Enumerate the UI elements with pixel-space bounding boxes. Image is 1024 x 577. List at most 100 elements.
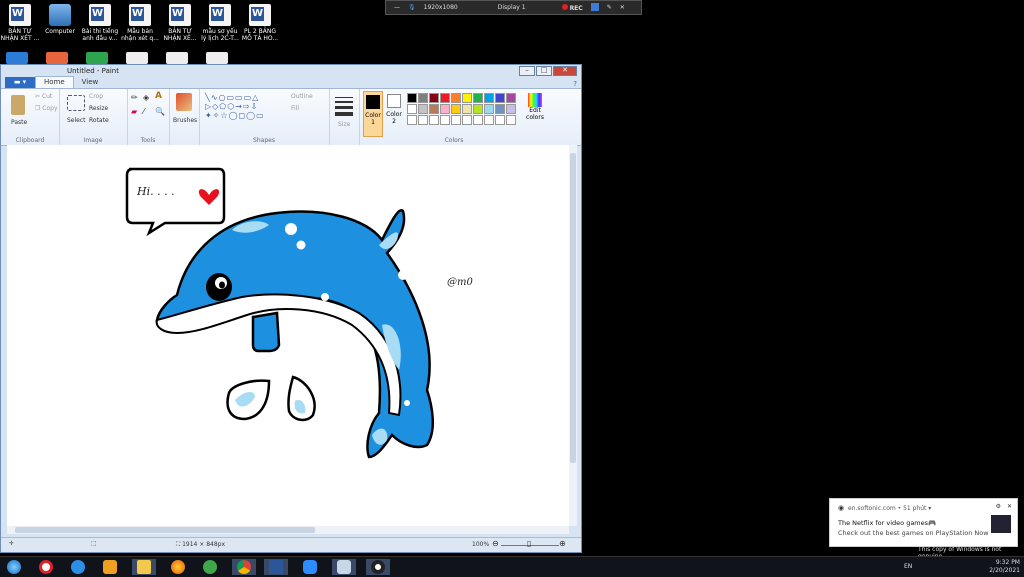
palette-swatch[interactable] bbox=[495, 93, 505, 103]
color-picker-icon[interactable]: ⁄ bbox=[143, 107, 144, 116]
drawing-canvas[interactable]: Hi. . . . @m0 bbox=[7, 145, 569, 526]
tab-home[interactable]: Home bbox=[35, 76, 74, 88]
vertical-scroll-thumb[interactable] bbox=[570, 153, 576, 463]
desktop-icon-2[interactable]: Bài thi tiếng anh đầu v... bbox=[80, 0, 120, 42]
palette-swatch[interactable] bbox=[484, 104, 494, 114]
palette-swatch[interactable] bbox=[418, 104, 428, 114]
palette-swatch[interactable] bbox=[451, 104, 461, 114]
title-bar[interactable]: Untitled - Paint – □ ✕ bbox=[1, 65, 581, 76]
crop-button[interactable]: Crop bbox=[89, 93, 103, 100]
settings-gear-icon[interactable]: ⚙ bbox=[996, 503, 1001, 510]
palette-swatch[interactable] bbox=[495, 115, 505, 125]
palette-swatch[interactable] bbox=[462, 115, 472, 125]
help-icon[interactable]: ? bbox=[573, 80, 577, 88]
recorder-close-icon[interactable]: ✕ bbox=[620, 4, 625, 11]
microphone-icon[interactable]: 🎙 bbox=[408, 4, 416, 11]
palette-swatch[interactable] bbox=[484, 115, 494, 125]
explorer-button[interactable] bbox=[132, 559, 156, 575]
palette-swatch[interactable] bbox=[506, 115, 516, 125]
zoom-out-button[interactable]: ⊖ bbox=[492, 539, 499, 548]
word-shortcut-icon[interactable] bbox=[126, 52, 148, 64]
rotate-button[interactable]: Rotate bbox=[89, 117, 109, 124]
color1-button[interactable]: Color 1 bbox=[363, 91, 383, 137]
maximize-button[interactable]: □ bbox=[536, 66, 552, 76]
palette-swatch[interactable] bbox=[473, 115, 483, 125]
recorder-minimize-icon[interactable]: — bbox=[394, 4, 400, 11]
firefox-button[interactable] bbox=[166, 559, 190, 575]
start-button[interactable] bbox=[2, 559, 26, 575]
tab-view[interactable]: View bbox=[74, 77, 107, 88]
palette-swatch[interactable] bbox=[440, 104, 450, 114]
paste-button[interactable]: Paste bbox=[11, 119, 27, 126]
resize-button[interactable]: Resize bbox=[89, 105, 108, 112]
word-shortcut-icon[interactable] bbox=[206, 52, 228, 64]
minimize-button[interactable]: – bbox=[519, 66, 535, 76]
powerpoint-shortcut-icon[interactable] bbox=[46, 52, 68, 64]
recorder-display[interactable]: Display 1 bbox=[498, 4, 526, 11]
size-button[interactable]: Size bbox=[338, 121, 350, 128]
color2-button[interactable]: Color 2 bbox=[385, 91, 403, 135]
word-button[interactable] bbox=[264, 559, 288, 575]
zoom-app-button[interactable] bbox=[298, 559, 322, 575]
desktop-icon-3[interactable]: Mẫu bản nhận xét q... bbox=[120, 0, 160, 42]
select-button[interactable]: Select bbox=[67, 117, 86, 124]
palette-swatch[interactable] bbox=[407, 104, 417, 114]
desktop-icon-4[interactable]: BẢN TỰ NHẬN XÉ... bbox=[160, 0, 200, 42]
copy-button[interactable]: ❐ Copy bbox=[35, 105, 58, 112]
palette-swatch[interactable] bbox=[440, 93, 450, 103]
recorder-button[interactable] bbox=[366, 559, 390, 575]
app-button[interactable] bbox=[198, 559, 222, 575]
palette-swatch[interactable] bbox=[429, 104, 439, 114]
file-menu-button[interactable]: ▬ ▾ bbox=[5, 77, 35, 88]
palette-swatch[interactable] bbox=[440, 115, 450, 125]
palette-swatch[interactable] bbox=[429, 115, 439, 125]
system-clock[interactable]: 9:32 PM 2/20/2021 bbox=[989, 559, 1020, 575]
paint-button[interactable] bbox=[332, 559, 356, 575]
brushes-button[interactable]: Brushes bbox=[173, 117, 197, 124]
word-shortcut-icon[interactable] bbox=[166, 52, 188, 64]
outline-button[interactable]: Outline bbox=[291, 93, 313, 100]
palette-swatch[interactable] bbox=[418, 115, 428, 125]
eraser-icon[interactable]: ▰ bbox=[131, 107, 137, 116]
text-tool-icon[interactable]: A bbox=[155, 91, 162, 101]
palette-swatch[interactable] bbox=[429, 93, 439, 103]
zoom-in-button[interactable]: ⊕ bbox=[559, 539, 566, 548]
shapes-gallery[interactable]: ╲∿○▭▭▭△ ▷◇⬠⬡→⇨⇩ ✦✧☆◯◻◯▭ bbox=[205, 93, 265, 120]
vertical-scrollbar[interactable] bbox=[569, 145, 577, 526]
opera-button[interactable] bbox=[34, 559, 58, 575]
recorder-resolution[interactable]: 1920x1080 bbox=[424, 4, 458, 11]
paste-icon[interactable] bbox=[11, 95, 25, 115]
edit-colors-button[interactable]: Edit colors bbox=[525, 93, 545, 121]
palette-swatch[interactable] bbox=[506, 104, 516, 114]
desktop-icon-6[interactable]: PL 2 BẢNG MÔ TẢ HO... bbox=[240, 0, 280, 42]
desktop-icon-0[interactable]: BẢN TỰ NHẬN XÉT ... bbox=[0, 0, 40, 42]
palette-swatch[interactable] bbox=[462, 93, 472, 103]
chrome-button[interactable] bbox=[232, 559, 256, 575]
toast-notification[interactable]: ◉ en.softonic.com • 51 phút ▾ ⚙ ✕ The Ne… bbox=[829, 498, 1018, 547]
brush-icon[interactable] bbox=[176, 93, 192, 111]
chrome-shortcut-icon[interactable] bbox=[6, 52, 28, 64]
palette-swatch[interactable] bbox=[462, 104, 472, 114]
palette-swatch[interactable] bbox=[506, 93, 516, 103]
cut-button[interactable]: ✂ Cut bbox=[35, 93, 52, 100]
palette-swatch[interactable] bbox=[407, 115, 417, 125]
horizontal-scrollbar[interactable] bbox=[7, 526, 569, 534]
language-indicator[interactable]: EN bbox=[904, 563, 912, 570]
magnifier-icon[interactable]: 🔍 bbox=[155, 107, 165, 116]
palette-swatch[interactable] bbox=[451, 93, 461, 103]
desktop-icon-computer[interactable]: Computer bbox=[40, 0, 80, 42]
notification-close-icon[interactable]: ✕ bbox=[1007, 503, 1012, 510]
palette-swatch[interactable] bbox=[418, 93, 428, 103]
select-icon[interactable] bbox=[67, 95, 85, 111]
media-player-button[interactable] bbox=[98, 559, 122, 575]
rec-button[interactable]: REC bbox=[561, 3, 583, 12]
palette-swatch[interactable] bbox=[495, 104, 505, 114]
fill-button[interactable]: Fill bbox=[291, 105, 299, 112]
palette-swatch[interactable] bbox=[473, 93, 483, 103]
palette-swatch[interactable] bbox=[451, 115, 461, 125]
horizontal-scroll-thumb[interactable] bbox=[15, 527, 315, 533]
pencil-icon[interactable]: ✏ bbox=[131, 93, 138, 102]
fill-bucket-icon[interactable]: ◈ bbox=[143, 93, 149, 102]
excel-shortcut-icon[interactable] bbox=[86, 52, 108, 64]
desktop-icon-5[interactable]: mẫu sơ yếu lý lịch 2C-T... bbox=[200, 0, 240, 42]
